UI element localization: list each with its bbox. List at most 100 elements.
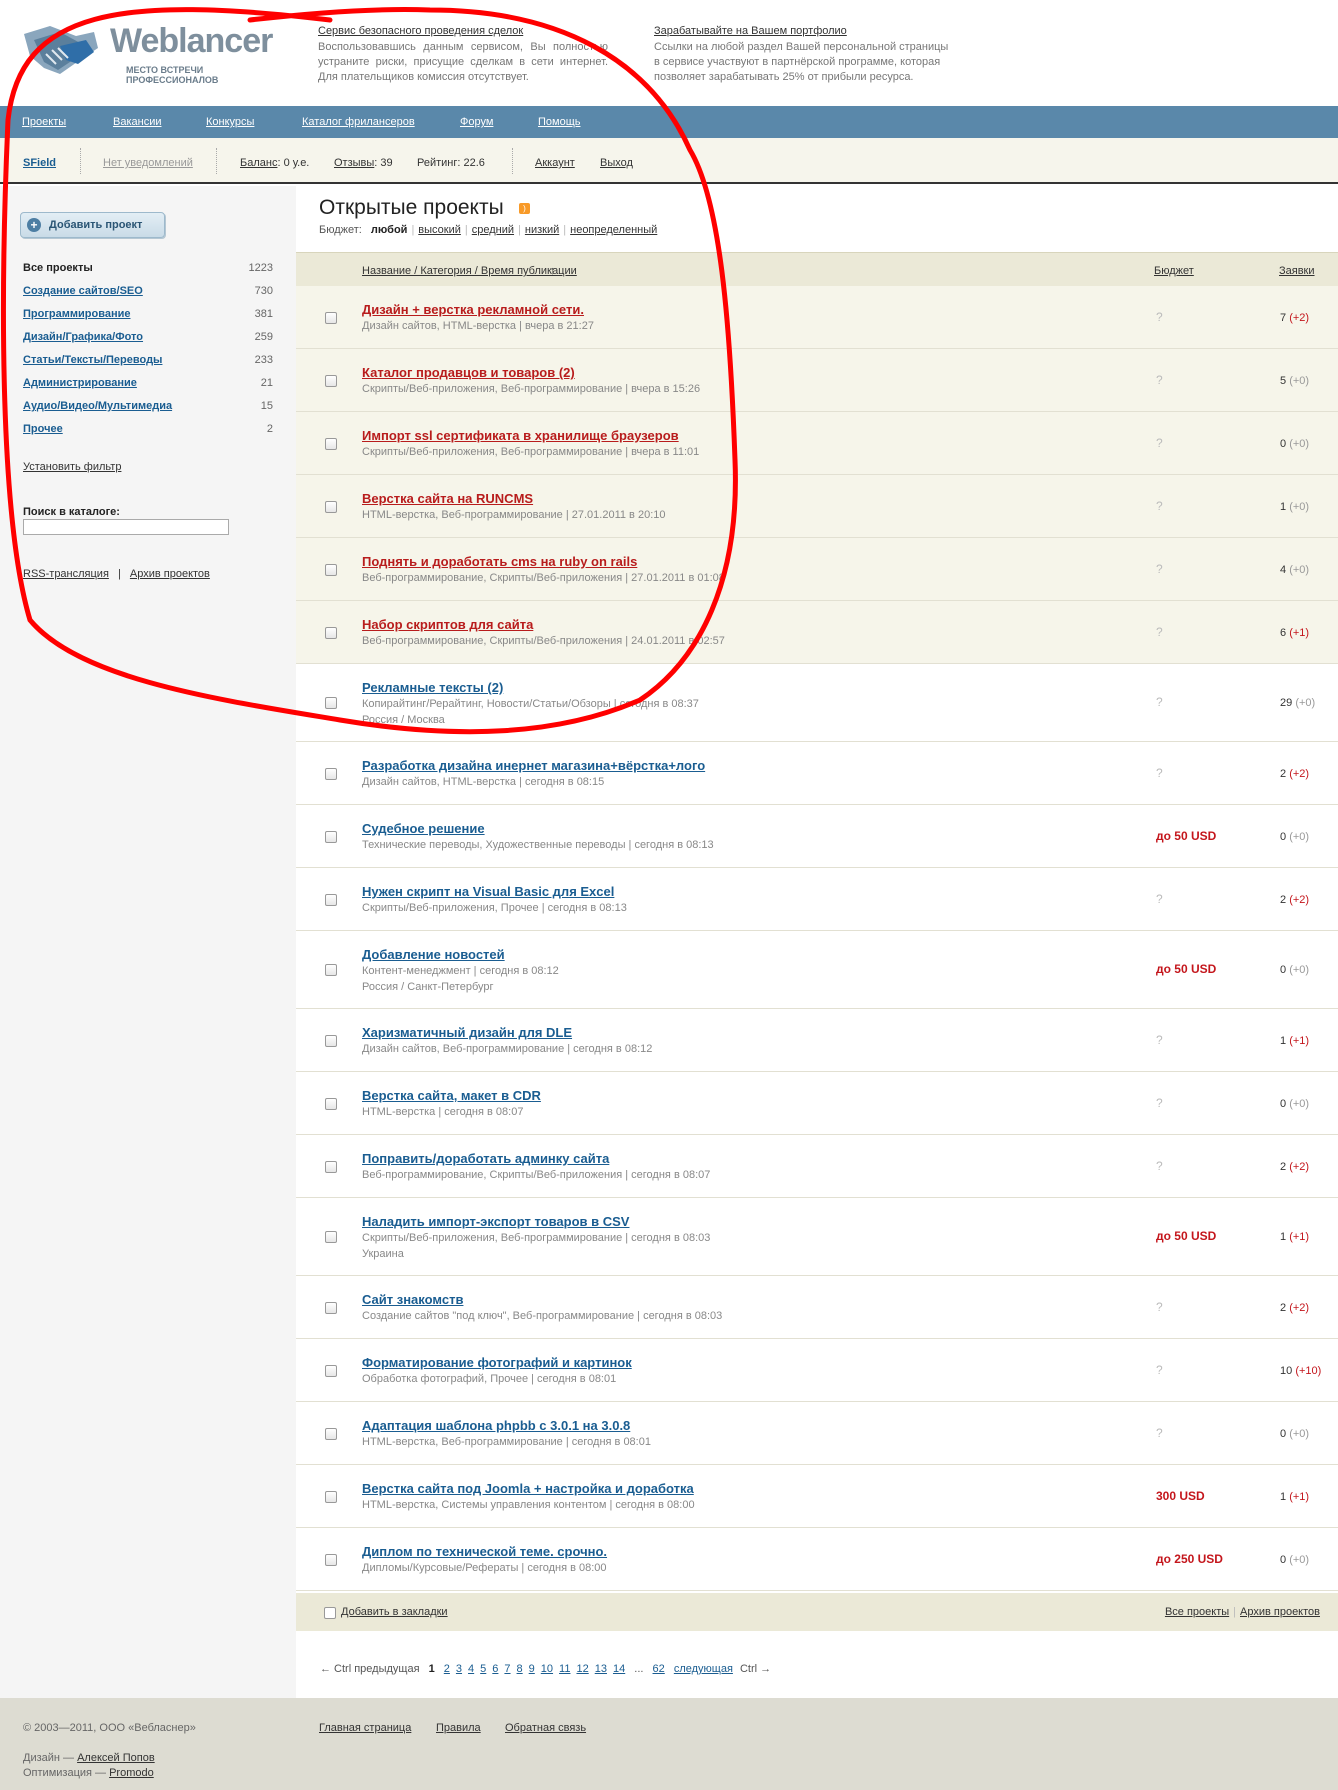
project-title-link[interactable]: Верстка сайта под Joomla + настройка и д…: [362, 1481, 694, 1496]
project-checkbox[interactable]: [325, 1554, 337, 1566]
project-title-link[interactable]: Диплом по технической теме. срочно.: [362, 1544, 607, 1559]
page-link[interactable]: 13: [595, 1663, 607, 1675]
project-title-link[interactable]: Судебное решение: [362, 821, 485, 836]
budget-high[interactable]: высокий: [418, 224, 461, 236]
category-link[interactable]: Аудио/Видео/Мультимедиа: [23, 400, 172, 412]
last-page-link[interactable]: 62: [653, 1663, 665, 1675]
balance-link[interactable]: Баланс: [240, 157, 277, 169]
reviews-link[interactable]: Отзывы: [334, 157, 374, 169]
all-projects-link[interactable]: Все проекты: [1165, 1606, 1229, 1618]
project-title-link[interactable]: Наладить импорт-экспорт товаров в CSV: [362, 1214, 629, 1229]
project-checkbox[interactable]: [325, 501, 337, 513]
optimizer-link[interactable]: Promodo: [109, 1767, 154, 1779]
project-checkbox[interactable]: [325, 697, 337, 709]
project-title-link[interactable]: Поправить/доработать админку сайта: [362, 1151, 609, 1166]
weblancer-logo[interactable]: Weblancer МЕСТО ВСТРЕЧИ ПРОФЕССИОНАЛОВ: [20, 18, 280, 88]
project-title-link[interactable]: Дизайн + верстка рекламной сети.: [362, 302, 584, 317]
project-checkbox[interactable]: [325, 627, 337, 639]
nav-forum[interactable]: Форум: [460, 116, 493, 128]
page-link[interactable]: 7: [504, 1663, 510, 1675]
project-checkbox[interactable]: [325, 1302, 337, 1314]
project-checkbox[interactable]: [325, 1231, 337, 1243]
footer-feedback-link[interactable]: Обратная связь: [505, 1722, 586, 1734]
footer-rules-link[interactable]: Правила: [436, 1722, 481, 1734]
archive-link[interactable]: Архив проектов: [130, 568, 210, 580]
category-link[interactable]: Программирование: [23, 308, 131, 320]
budget-any[interactable]: любой: [371, 224, 408, 236]
project-title-link[interactable]: Форматирование фотографий и картинок: [362, 1355, 632, 1370]
page-link[interactable]: 12: [576, 1663, 588, 1675]
category-link[interactable]: Администрирование: [23, 377, 137, 389]
project-checkbox[interactable]: [325, 1098, 337, 1110]
project-title-link[interactable]: Сайт знакомств: [362, 1292, 463, 1307]
project-checkbox[interactable]: [325, 831, 337, 843]
project-checkbox[interactable]: [325, 768, 337, 780]
project-checkbox[interactable]: [325, 438, 337, 450]
page-link[interactable]: 4: [468, 1663, 474, 1675]
page-link[interactable]: 14: [613, 1663, 625, 1675]
project-checkbox[interactable]: [325, 894, 337, 906]
add-bookmark-link[interactable]: Добавить в закладки: [341, 1606, 448, 1618]
set-filter-link[interactable]: Установить фильтр: [23, 461, 121, 473]
sort-by-bids[interactable]: Заявки: [1279, 265, 1315, 277]
catalog-search-input[interactable]: [23, 519, 229, 535]
project-checkbox[interactable]: [325, 1428, 337, 1440]
project-title-link[interactable]: Добавление новостей: [362, 947, 505, 962]
nav-help[interactable]: Помощь: [538, 116, 581, 128]
budget-medium[interactable]: средний: [472, 224, 514, 236]
project-checkbox[interactable]: [325, 564, 337, 576]
project-title-link[interactable]: Верстка сайта, макет в CDR: [362, 1088, 541, 1103]
portfolio-link[interactable]: Зарабатывайте на Вашем портфолио: [654, 24, 949, 39]
nav-vacancies[interactable]: Вакансии: [113, 116, 162, 128]
notifications-link[interactable]: Нет уведомлений: [103, 157, 193, 169]
budget-undefined[interactable]: неопределенный: [570, 224, 657, 236]
account-link[interactable]: Аккаунт: [535, 157, 575, 169]
page-link[interactable]: 10: [541, 1663, 553, 1675]
project-title-link[interactable]: Харизматичный дизайн для DLE: [362, 1025, 572, 1040]
logout-link[interactable]: Выход: [600, 157, 633, 169]
add-project-button[interactable]: + Добавить проект: [20, 212, 165, 238]
page-link[interactable]: 11: [559, 1663, 570, 1675]
project-title-link[interactable]: Адаптация шаблона phpbb с 3.0.1 на 3.0.8: [362, 1418, 630, 1433]
nav-freelancers[interactable]: Каталог фрилансеров: [302, 116, 415, 128]
sort-by-name[interactable]: Название / Категория / Время публикации: [362, 265, 577, 277]
category-link[interactable]: Дизайн/Графика/Фото: [23, 331, 143, 343]
sort-by-budget[interactable]: Бюджет: [1154, 265, 1194, 277]
project-title-link[interactable]: Каталог продавцов и товаров (2): [362, 365, 575, 380]
nav-contests[interactable]: Конкурсы: [206, 116, 254, 128]
bookmark-checkbox[interactable]: [324, 1607, 336, 1619]
category-link[interactable]: Статьи/Тексты/Переводы: [23, 354, 162, 366]
budget-low[interactable]: низкий: [525, 224, 559, 236]
project-title-link[interactable]: Нужен скрипт на Visual Basic для Excel: [362, 884, 614, 899]
next-page-link[interactable]: следующая: [674, 1663, 733, 1675]
project-checkbox[interactable]: [325, 1161, 337, 1173]
project-checkbox[interactable]: [325, 1035, 337, 1047]
category-link[interactable]: Создание сайтов/SEO: [23, 285, 143, 297]
page-link[interactable]: 8: [517, 1663, 523, 1675]
page-link[interactable]: 6: [492, 1663, 498, 1675]
page-link[interactable]: 2: [444, 1663, 450, 1675]
page-link[interactable]: 5: [480, 1663, 486, 1675]
project-title-link[interactable]: Набор скриптов для сайта: [362, 617, 533, 632]
safe-deal-link[interactable]: Сервис безопасного проведения сделок: [318, 24, 608, 39]
category-link[interactable]: Прочее: [23, 423, 63, 435]
username-link[interactable]: SField: [23, 157, 56, 169]
project-checkbox[interactable]: [325, 375, 337, 387]
project-checkbox[interactable]: [325, 1491, 337, 1503]
archive-projects-link[interactable]: Архив проектов: [1240, 1606, 1320, 1618]
page-link[interactable]: 9: [529, 1663, 535, 1675]
project-title-link[interactable]: Разработка дизайна инернет магазина+вёрс…: [362, 758, 705, 773]
rss-link[interactable]: RSS-трансляция: [23, 568, 109, 580]
page-link[interactable]: 3: [456, 1663, 462, 1675]
rss-icon[interactable]: ): [519, 203, 530, 214]
project-checkbox[interactable]: [325, 312, 337, 324]
footer-home-link[interactable]: Главная страница: [319, 1722, 411, 1734]
project-checkbox[interactable]: [325, 1365, 337, 1377]
nav-projects[interactable]: Проекты: [22, 116, 66, 128]
project-title-link[interactable]: Импорт ssl сертификата в хранилище брауз…: [362, 428, 679, 443]
project-title-link[interactable]: Поднять и доработать cms на ruby on rail…: [362, 554, 637, 569]
designer-link[interactable]: Алексей Попов: [77, 1752, 155, 1764]
project-title-link[interactable]: Рекламные тексты (2): [362, 680, 503, 695]
project-title-link[interactable]: Верстка сайта на RUNCMS: [362, 491, 533, 506]
project-checkbox[interactable]: [325, 964, 337, 976]
